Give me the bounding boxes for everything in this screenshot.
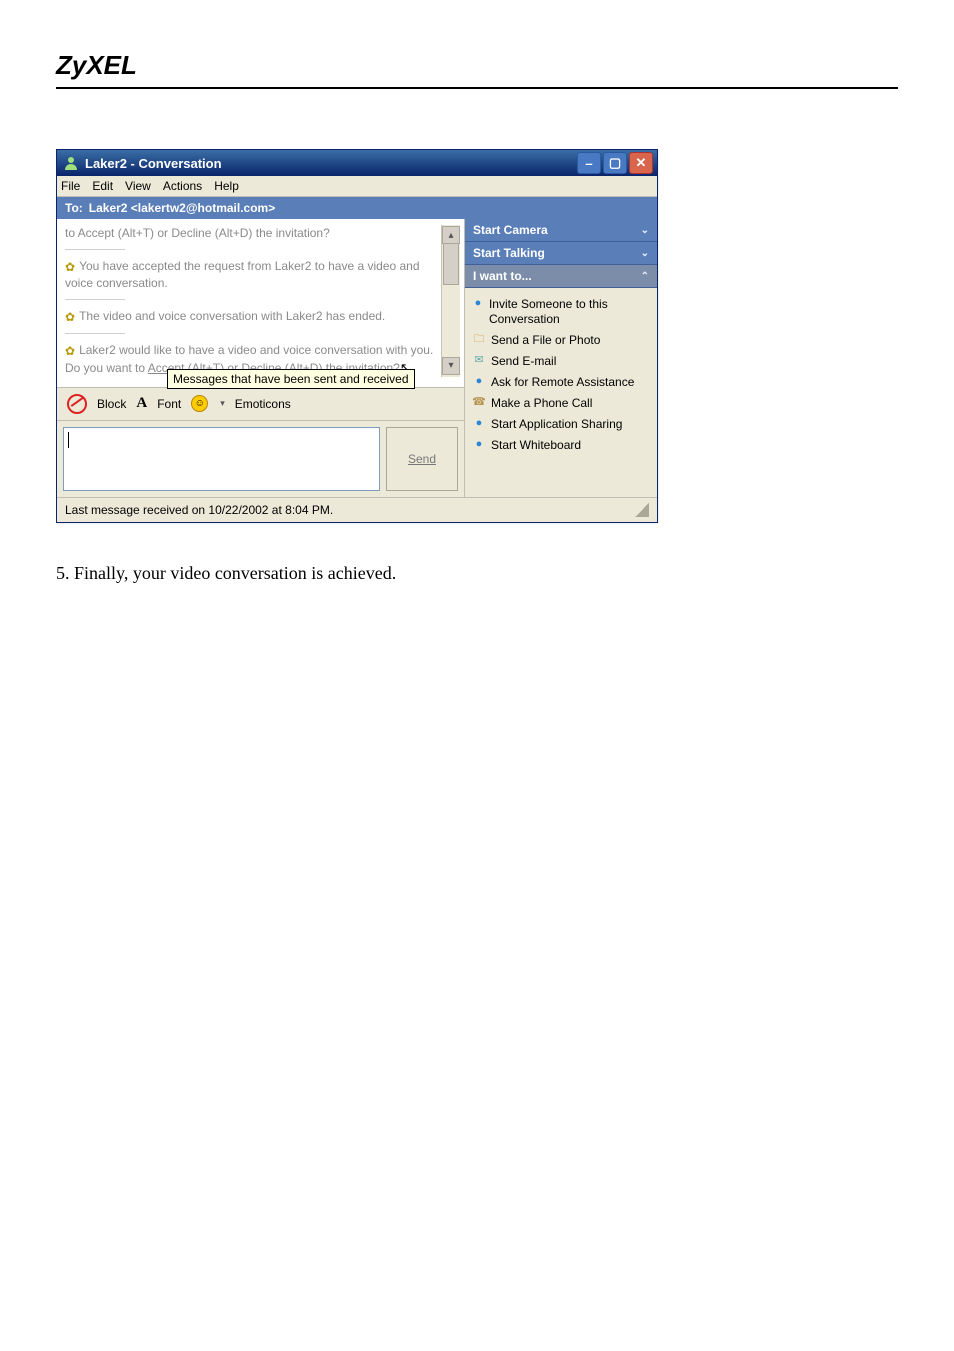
i-want-to-body: ● Invite Someone to this Conversation 🗀 … <box>465 288 657 466</box>
webcam-request-icon: ✿ <box>65 343 75 359</box>
conversation-text: to Accept (Alt+T) or Decline (Alt+D) the… <box>65 225 441 377</box>
want-item-whiteboard[interactable]: ● Start Whiteboard <box>473 435 649 456</box>
bullet-icon: ● <box>473 418 485 430</box>
start-talking-label: Start Talking <box>473 246 545 260</box>
webcam-end-icon: ✿ <box>65 309 75 325</box>
menu-file[interactable]: File <box>61 179 80 193</box>
scroll-down-icon[interactable]: ▾ <box>442 357 460 375</box>
menu-help[interactable]: Help <box>214 179 239 193</box>
to-address: Laker2 <lakertw2@hotmail.com> <box>89 201 275 215</box>
want-item-label: Start Whiteboard <box>491 438 581 453</box>
separator <box>65 333 125 334</box>
block-button[interactable]: Block <box>97 397 126 411</box>
conversation-window: Laker2 - Conversation – ▢ ✕ File Edit Vi… <box>56 149 658 523</box>
status-text: Last message received on 10/22/2002 at 8… <box>65 503 333 517</box>
want-item-send-file[interactable]: 🗀 Send a File or Photo <box>473 330 649 351</box>
left-pane: to Accept (Alt+T) or Decline (Alt+D) the… <box>57 219 465 497</box>
envelope-icon: ✉ <box>473 355 485 367</box>
conv-line-3-text: The video and voice conversation with La… <box>79 309 385 323</box>
tooltip-callout: Messages that have been sent and receive… <box>167 369 415 389</box>
bullet-icon: ● <box>473 298 483 310</box>
want-item-email[interactable]: ✉ Send E-mail <box>473 351 649 372</box>
to-label: To: <box>65 201 83 215</box>
want-item-invite[interactable]: ● Invite Someone to this Conversation <box>473 294 649 330</box>
menu-actions[interactable]: Actions <box>163 179 202 193</box>
send-button-label: Send <box>408 452 436 466</box>
want-item-label: Invite Someone to this Conversation <box>489 297 649 327</box>
webcam-icon: ✿ <box>65 259 75 275</box>
smiley-icon: ☺ <box>191 395 208 412</box>
font-button[interactable]: Font <box>157 397 181 411</box>
menubar: File Edit View Actions Help <box>57 176 657 197</box>
menu-view[interactable]: View <box>125 179 151 193</box>
block-icon <box>67 394 87 414</box>
conv-line-1: to Accept (Alt+T) or Decline (Alt+D) the… <box>65 225 437 241</box>
want-item-label: Make a Phone Call <box>491 396 592 411</box>
send-button[interactable]: Send <box>386 427 458 491</box>
instruction-text: 5. Finally, your video conversation is a… <box>56 563 898 584</box>
scroll-thumb[interactable] <box>443 243 459 285</box>
chevron-down-icon: ⌄ <box>641 225 649 236</box>
separator <box>65 299 125 300</box>
window-title: Laker2 - Conversation <box>85 156 577 171</box>
statusbar: Last message received on 10/22/2002 at 8… <box>57 497 657 522</box>
titlebar: Laker2 - Conversation – ▢ ✕ <box>57 150 657 176</box>
message-input[interactable] <box>63 427 380 491</box>
window-control-buttons: – ▢ ✕ <box>577 152 653 174</box>
page-brand: ZyXEL <box>56 50 898 81</box>
bullet-icon: ● <box>473 439 485 451</box>
separator <box>65 249 125 250</box>
scroll-up-icon[interactable]: ▴ <box>442 226 460 244</box>
menu-edit[interactable]: Edit <box>92 179 113 193</box>
conv-line-3: ✿ The video and voice conversation with L… <box>65 308 437 325</box>
phone-icon: ☎ <box>473 397 485 409</box>
maximize-button[interactable]: ▢ <box>603 152 627 174</box>
compose-area: Send <box>57 420 464 497</box>
want-item-label: Start Application Sharing <box>491 417 622 432</box>
scroll-track[interactable] <box>442 243 460 359</box>
client-area: to Accept (Alt+T) or Decline (Alt+D) the… <box>57 219 657 497</box>
emoticons-button[interactable]: Emoticons <box>235 397 291 411</box>
chevron-up-icon: ⌃ <box>641 271 649 282</box>
resize-grip-icon[interactable] <box>635 503 649 517</box>
chevron-down-icon[interactable]: ▾ <box>220 398 225 409</box>
want-item-label: Ask for Remote Assistance <box>491 375 634 390</box>
conv-line-2: ✿You have accepted the request from Lake… <box>65 258 437 291</box>
start-camera-header[interactable]: Start Camera ⌄ <box>465 219 657 242</box>
close-button[interactable]: ✕ <box>629 152 653 174</box>
want-item-app-sharing[interactable]: ● Start Application Sharing <box>473 414 649 435</box>
scrollbar[interactable]: ▴ ▾ <box>441 225 460 377</box>
want-item-label: Send a File or Photo <box>491 333 600 348</box>
conversation-area: to Accept (Alt+T) or Decline (Alt+D) the… <box>57 219 464 387</box>
start-camera-label: Start Camera <box>473 223 548 237</box>
want-item-remote-assist[interactable]: ● Ask for Remote Assistance <box>473 372 649 393</box>
brand-rule <box>56 87 898 89</box>
i-want-to-header[interactable]: I want to... ⌃ <box>465 265 657 288</box>
compose-toolbar: Block A Font ☺ ▾ Emoticons <box>57 387 464 420</box>
caret <box>68 432 69 448</box>
i-want-to-label: I want to... <box>473 269 532 283</box>
bullet-icon: ● <box>473 376 485 388</box>
to-bar: To: Laker2 <lakertw2@hotmail.com> <box>57 197 657 219</box>
font-icon: A <box>136 395 147 412</box>
side-panel: Start Camera ⌄ Start Talking ⌄ I want to… <box>465 219 657 497</box>
start-talking-header[interactable]: Start Talking ⌄ <box>465 242 657 265</box>
want-item-phone[interactable]: ☎ Make a Phone Call <box>473 393 649 414</box>
app-icon <box>63 155 79 171</box>
minimize-button[interactable]: – <box>577 152 601 174</box>
folder-icon: 🗀 <box>473 334 485 346</box>
chevron-down-icon: ⌄ <box>641 248 649 259</box>
want-item-label: Send E-mail <box>491 354 556 369</box>
conv-line-2-text: You have accepted the request from Laker… <box>65 259 420 290</box>
